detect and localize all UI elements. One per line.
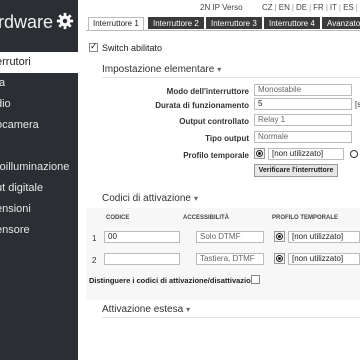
separator: | [291,3,294,12]
lang-it[interactable]: IT [330,3,337,12]
sidebar-item-input-digitale[interactable]: ut digitale [0,178,78,199]
app-root: rdware errutori › [0,0,360,360]
radio-dot [258,152,261,155]
sidebar-item-estensioni[interactable]: ensioni [0,199,78,220]
lang-de[interactable]: DE [296,3,307,12]
device-name: 2N IP Verso [200,3,243,12]
chevron-down-icon: ▾ [193,194,198,203]
distinguish-codes-label: Distinguere i codici di attivazione/disa… [89,276,260,285]
section-title-basic[interactable]: Impostazione elementare ▾ [102,64,221,75]
section-title-extended[interactable]: Attivazione estesa ▾ [102,304,190,315]
code-input[interactable] [104,253,180,265]
profile-select[interactable]: [non utilizzato] [268,148,344,160]
sidebar-item-videocamera[interactable]: ocamera [0,115,78,136]
code-input[interactable]: 00 [104,231,180,243]
tab-avanzato[interactable]: Avanzato [322,17,360,29]
separator: | [325,3,328,12]
chevron-right-icon: › [0,52,72,73]
tab-interruttore-4[interactable]: Interruttore 4 [264,17,320,29]
lang-en[interactable]: EN [279,3,290,12]
access-select[interactable]: Solo DTMF [196,231,264,243]
output-type-label: Tipo output [205,134,249,143]
profile-select[interactable]: [non utilizzato] [288,253,360,265]
lang-es[interactable]: ES [343,3,354,12]
profile-radio[interactable] [274,253,285,264]
profile-select[interactable]: [non utilizzato] [288,231,360,243]
panel-spacer [86,205,360,208]
profile-label: Profilo temporale [183,151,249,160]
separator: | [309,3,312,12]
sidebar-item-porta[interactable]: ta [0,73,78,94]
verify-switch-button[interactable]: Verificare l'interruttore [254,164,338,177]
tab-interruttore-3[interactable]: Interruttore 3 [206,17,262,29]
sidebar-item-interruttori[interactable]: errutori › [0,52,78,73]
chevron-down-icon: ▾ [186,305,191,314]
profile-radio[interactable] [274,231,285,242]
sidebar-item-label: ensioni [0,203,31,215]
section-title-codes[interactable]: Codici di attivazione ▾ [102,193,198,204]
section-title-text: Impostazione elementare [102,64,215,75]
output-select[interactable]: Relay 1 [254,114,352,126]
section-divider [102,77,360,78]
tab-interruttore-2[interactable]: Interruttore 2 [148,17,204,29]
sidebar-item-label: roilluminazione [0,161,70,173]
language-switcher: CZ|EN|DE|FR|IT|ES|RU [262,3,360,12]
brand: rdware [0,10,78,34]
tab-divider [86,30,360,31]
top-bar: 2N IP Verso CZ|EN|DE|FR|IT|ES|RU [78,0,360,14]
sidebar: rdware errutori › [0,0,78,360]
column-header-profile: PROFILO TEMPORALE [272,215,338,221]
sidebar-item-label: dio [0,98,11,110]
duration-label: Durata di funzionamento [155,101,249,110]
separator: | [274,3,277,12]
section-divider [102,317,360,318]
radio-dot [278,257,281,260]
chevron-down-icon: ▾ [217,65,222,74]
row-number: 2 [92,256,97,265]
sidebar-item-label: ocamera [0,119,39,131]
lang-fr[interactable]: FR [313,3,324,12]
switch-enabled-checkbox[interactable] [89,41,98,52]
gear-icon[interactable] [56,12,74,30]
sidebar-item-label: ensore [0,224,30,236]
sidebar-item-sensore[interactable]: ensore [0,220,78,241]
sidebar-item-audio[interactable]: dio [0,94,78,115]
separator: | [339,3,342,12]
column-header-code: CODICE [106,215,130,221]
access-select[interactable]: Tastiera, DTMF [196,253,264,265]
section-title-text: Attivazione estesa [102,304,184,315]
lang-cz[interactable]: CZ [262,3,273,12]
sidebar-item-label: ut digitale [0,182,44,194]
mode-label: Modo dell'interruttore [166,87,249,96]
duration-input[interactable]: 5 [254,98,352,110]
profile-radio[interactable] [254,148,265,159]
column-header-access: ACCESSIBILITÀ [183,215,230,221]
brand-title: rdware [0,12,54,32]
output-type-select[interactable]: Normale [254,131,352,143]
row-number: 1 [92,234,97,243]
tab-bar: Interruttore 1 Interruttore 2 Interrutto… [86,17,360,31]
distinguish-codes-checkbox[interactable] [251,275,260,284]
separator: | [355,3,358,12]
sidebar-item-retroilluminazione[interactable]: roilluminazione [0,157,78,178]
radio-dot [278,235,281,238]
switch-enabled-label: Switch abilitato [102,43,163,53]
output-label: Output controllato [179,117,249,126]
sidebar-item-label: ta [0,77,6,89]
mode-select[interactable]: Monostabile [254,84,352,96]
duration-unit: [s [355,100,360,109]
section-title-text: Codici di attivazione [102,193,191,204]
profile-alt-radio[interactable] [350,150,358,158]
sidebar-menu: errutori › ta dio ocamera i roilluminazi… [0,52,78,241]
tab-interruttore-1[interactable]: Interruttore 1 [88,17,144,31]
sidebar-item-tasti[interactable]: i [0,136,78,157]
